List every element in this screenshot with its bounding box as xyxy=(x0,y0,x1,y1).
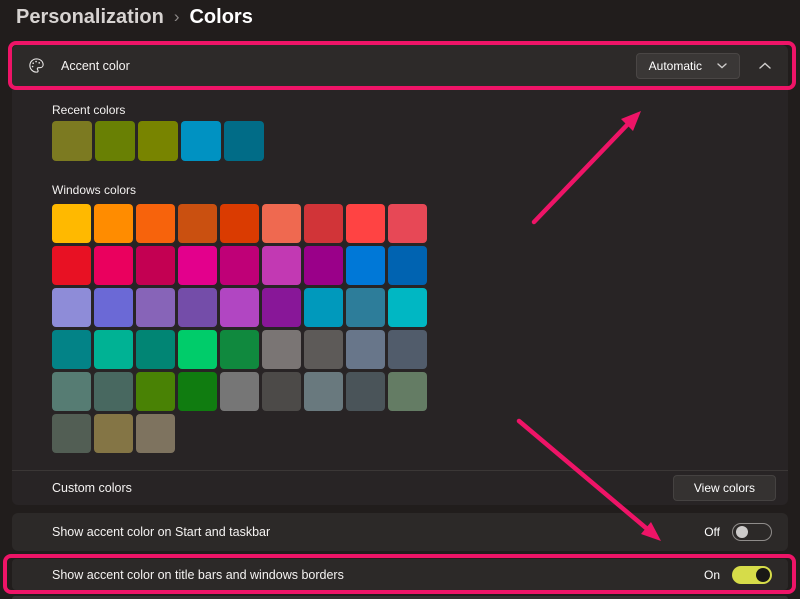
breadcrumb-chevron-icon: › xyxy=(174,7,180,27)
color-swatch[interactable] xyxy=(178,330,217,369)
color-swatch[interactable] xyxy=(52,372,91,411)
setting-row-title-bars: Show accent color on title bars and wind… xyxy=(12,559,788,590)
color-swatch[interactable] xyxy=(94,246,133,285)
accent-color-label: Accent color xyxy=(61,59,636,73)
setting-label: Show accent color on title bars and wind… xyxy=(52,568,704,582)
color-swatch[interactable] xyxy=(304,288,343,327)
color-swatch[interactable] xyxy=(346,204,385,243)
title-bars-toggle[interactable] xyxy=(732,566,772,584)
color-swatch[interactable] xyxy=(220,330,259,369)
page-title: Colors xyxy=(189,6,252,29)
toggle-knob xyxy=(756,568,770,582)
color-swatch[interactable] xyxy=(346,246,385,285)
color-swatch[interactable] xyxy=(346,330,385,369)
custom-colors-label: Custom colors xyxy=(52,481,673,495)
toggle-state-label: On xyxy=(704,568,720,582)
toggle-state-label: Off xyxy=(704,525,720,539)
color-swatch[interactable] xyxy=(220,246,259,285)
color-swatch[interactable] xyxy=(52,330,91,369)
accent-mode-dropdown[interactable]: Automatic xyxy=(636,53,740,79)
color-swatch[interactable] xyxy=(220,372,259,411)
color-swatch[interactable] xyxy=(136,330,175,369)
recent-colors-row xyxy=(52,121,264,161)
color-swatch[interactable] xyxy=(94,414,133,453)
color-swatch[interactable] xyxy=(304,372,343,411)
color-swatch[interactable] xyxy=(136,372,175,411)
color-swatch[interactable] xyxy=(220,204,259,243)
color-swatch[interactable] xyxy=(52,204,91,243)
color-swatch[interactable] xyxy=(388,330,427,369)
color-swatch[interactable] xyxy=(95,121,135,161)
color-swatch[interactable] xyxy=(304,246,343,285)
palette-icon xyxy=(28,57,45,74)
color-swatch[interactable] xyxy=(138,121,178,161)
color-swatch[interactable] xyxy=(262,204,301,243)
color-swatch[interactable] xyxy=(178,204,217,243)
color-swatch[interactable] xyxy=(181,121,221,161)
setting-label: Show accent color on Start and taskbar xyxy=(52,525,704,539)
chevron-up-icon xyxy=(759,62,771,69)
color-swatch[interactable] xyxy=(52,414,91,453)
color-swatch[interactable] xyxy=(178,246,217,285)
chevron-down-icon xyxy=(717,63,727,69)
color-swatch[interactable] xyxy=(262,330,301,369)
recent-colors-label: Recent colors xyxy=(52,103,125,117)
color-swatch[interactable] xyxy=(262,372,301,411)
color-swatch[interactable] xyxy=(388,246,427,285)
accent-color-expander: Recent colors Windows colors Custom colo… xyxy=(12,90,788,505)
view-colors-button[interactable]: View colors xyxy=(673,475,776,501)
color-swatch[interactable] xyxy=(52,288,91,327)
color-swatch[interactable] xyxy=(224,121,264,161)
color-swatch[interactable] xyxy=(178,372,217,411)
color-swatch[interactable] xyxy=(262,246,301,285)
color-swatch[interactable] xyxy=(94,288,133,327)
color-swatch[interactable] xyxy=(94,330,133,369)
color-swatch[interactable] xyxy=(136,246,175,285)
color-swatch[interactable] xyxy=(178,288,217,327)
color-swatch[interactable] xyxy=(94,372,133,411)
accent-color-row[interactable]: Accent color Automatic xyxy=(12,45,788,86)
color-swatch[interactable] xyxy=(388,288,427,327)
color-swatch[interactable] xyxy=(136,204,175,243)
color-swatch[interactable] xyxy=(346,288,385,327)
windows-colors-grid xyxy=(52,204,427,453)
color-swatch[interactable] xyxy=(52,246,91,285)
color-swatch[interactable] xyxy=(346,372,385,411)
color-swatch[interactable] xyxy=(304,204,343,243)
breadcrumb-parent[interactable]: Personalization xyxy=(16,6,164,29)
toggle-knob xyxy=(736,526,748,538)
start-taskbar-toggle[interactable] xyxy=(732,523,772,541)
setting-row-start-taskbar: Show accent color on Start and taskbar O… xyxy=(12,513,788,551)
color-swatch[interactable] xyxy=(94,204,133,243)
custom-colors-row: Custom colors View colors xyxy=(12,471,788,505)
color-swatch[interactable] xyxy=(262,288,301,327)
color-swatch[interactable] xyxy=(52,121,92,161)
expander-collapse-button[interactable] xyxy=(756,57,774,75)
color-swatch[interactable] xyxy=(136,288,175,327)
color-swatch[interactable] xyxy=(136,414,175,453)
windows-colors-label: Windows colors xyxy=(52,183,136,197)
accent-mode-value: Automatic xyxy=(649,59,702,73)
breadcrumb: Personalization › Colors xyxy=(16,6,253,29)
color-swatch[interactable] xyxy=(220,288,259,327)
color-swatch[interactable] xyxy=(388,204,427,243)
color-swatch[interactable] xyxy=(388,372,427,411)
color-swatch[interactable] xyxy=(304,330,343,369)
